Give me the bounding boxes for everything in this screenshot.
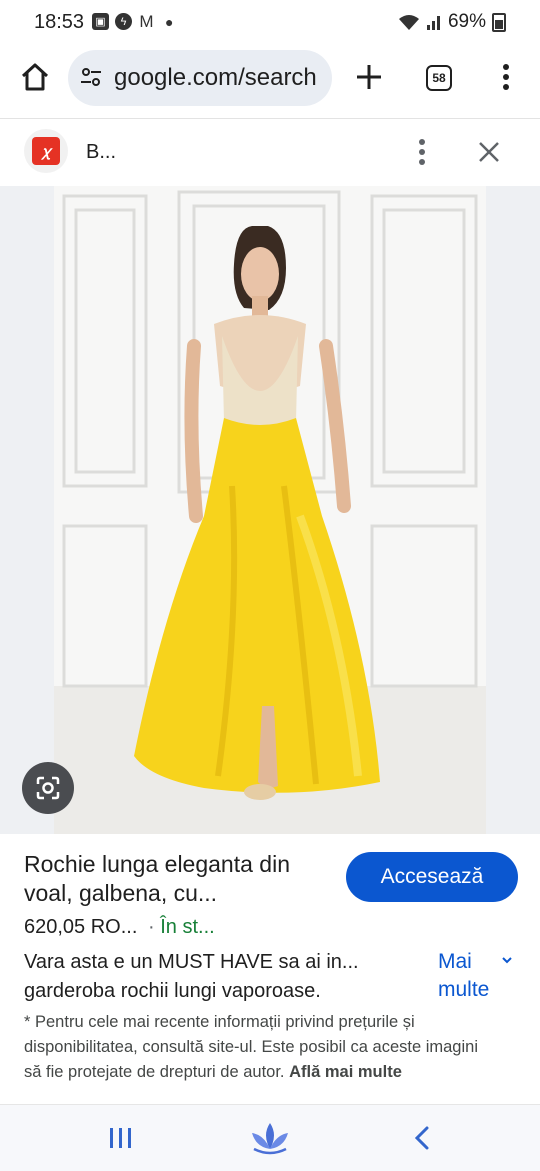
recent-apps-icon[interactable] xyxy=(108,1127,134,1149)
product-description: Vara asta e un MUST HAVE sa ai in... gar… xyxy=(24,951,359,1002)
system-navigation-bar xyxy=(0,1104,540,1171)
new-tab-icon[interactable] xyxy=(352,60,386,94)
more-button[interactable]: Mai multe xyxy=(438,948,508,1004)
clock: 18:53 xyxy=(34,11,85,33)
site-settings-icon[interactable] xyxy=(80,66,102,88)
product-title[interactable]: Rochie lunga eleganta din voal, galbena,… xyxy=(24,850,324,908)
browser-toolbar: google.com/search 58 xyxy=(0,46,540,110)
back-icon[interactable] xyxy=(410,1125,434,1151)
wifi-icon xyxy=(398,15,419,30)
battery-icon xyxy=(492,12,506,32)
result-header: ꭓ B... xyxy=(0,118,540,187)
messenger-icon: ϟ xyxy=(115,13,132,30)
chevron-down-icon[interactable] xyxy=(500,953,514,967)
more-notifications-icon: ● xyxy=(165,13,174,30)
url-text: google.com/search xyxy=(114,64,317,91)
image-preview-area xyxy=(0,186,540,834)
address-bar[interactable]: google.com/search xyxy=(68,50,332,106)
price-disclaimer: * Pentru cele mai recente informații pri… xyxy=(24,1010,494,1085)
visit-button-label: Accesează xyxy=(380,865,484,888)
site-favicon: ꭓ xyxy=(24,129,68,173)
home-icon[interactable] xyxy=(18,60,52,94)
gallery-icon: ▣ xyxy=(92,13,109,30)
status-bar: 18:53 ▣ ϟ M ● 69% xyxy=(0,0,540,46)
site-name[interactable]: B... xyxy=(86,141,116,164)
more-options-icon[interactable] xyxy=(410,135,434,169)
home-lotus-icon[interactable] xyxy=(248,1119,292,1157)
product-image[interactable] xyxy=(54,186,486,834)
learn-more-link[interactable]: Află mai multe xyxy=(289,1063,402,1081)
disclaimer-text: * Pentru cele mai recente informații pri… xyxy=(24,1013,478,1081)
battery-percent: 69% xyxy=(447,11,486,32)
lens-icon xyxy=(36,776,60,800)
signal-icon xyxy=(426,16,440,30)
product-price: 620,05 RO... xyxy=(24,916,138,938)
gmail-icon: M xyxy=(139,11,154,31)
tab-switcher-button[interactable]: 58 xyxy=(426,65,452,91)
visit-button[interactable]: Accesează xyxy=(346,852,518,902)
stock-status: · În st... xyxy=(148,916,215,938)
site-logo: ꭓ xyxy=(32,137,60,165)
stock-status-text: În st... xyxy=(160,916,215,938)
close-icon[interactable] xyxy=(476,139,502,165)
browser-menu-icon[interactable] xyxy=(494,60,518,94)
google-lens-button[interactable] xyxy=(22,762,74,814)
